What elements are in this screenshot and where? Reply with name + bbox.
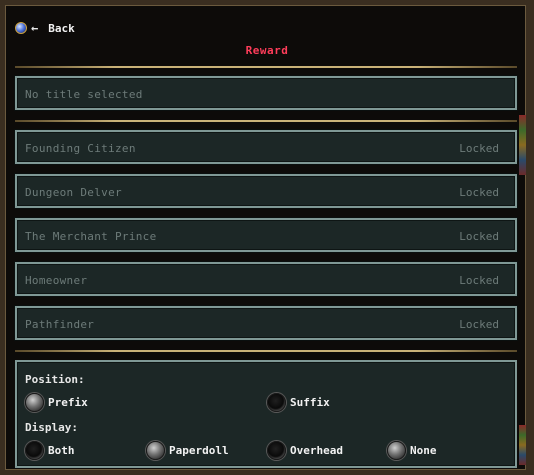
title-status: Locked <box>459 274 499 287</box>
title-options-panel: Position: Prefix Suffix Display: Both Pa… <box>15 360 517 468</box>
back-button[interactable]: ← Back <box>15 20 75 36</box>
radio-button-icon[interactable] <box>146 441 165 460</box>
title-row-homeowner[interactable]: Homeowner Locked <box>15 262 517 296</box>
title-name: Dungeon Delver <box>25 186 122 199</box>
back-arrow-icon: ← <box>31 21 39 35</box>
title-name: Homeowner <box>25 274 88 287</box>
divider <box>15 350 517 352</box>
display-none-radio[interactable]: None <box>387 441 437 460</box>
title-status: Locked <box>459 186 499 199</box>
divider <box>15 120 517 122</box>
frame-edge-decoration <box>519 115 526 175</box>
title-row-pathfinder[interactable]: Pathfinder Locked <box>15 306 517 340</box>
title-name: The Merchant Prince <box>25 230 157 243</box>
radio-button-icon[interactable] <box>267 441 286 460</box>
display-overhead-radio[interactable]: Overhead <box>267 441 343 460</box>
display-label: Display: <box>25 421 78 434</box>
back-label: Back <box>48 21 75 35</box>
radio-button-icon[interactable] <box>25 441 44 460</box>
radio-button-icon[interactable] <box>387 441 406 460</box>
current-title-field: No title selected <box>15 76 517 110</box>
radio-label: None <box>410 444 437 457</box>
position-prefix-radio[interactable]: Prefix <box>25 393 88 412</box>
display-both-radio[interactable]: Both <box>25 441 75 460</box>
radio-label: Overhead <box>290 444 343 457</box>
title-row-merchant-prince[interactable]: The Merchant Prince Locked <box>15 218 517 252</box>
position-suffix-radio[interactable]: Suffix <box>267 393 330 412</box>
title-name: Founding Citizen <box>25 142 136 155</box>
page-title: Reward <box>245 44 289 57</box>
title-status: Locked <box>459 142 499 155</box>
radio-button-icon[interactable] <box>25 393 44 412</box>
position-label: Position: <box>25 373 85 386</box>
radio-label: Suffix <box>290 396 330 409</box>
title-status: Locked <box>459 230 499 243</box>
divider <box>15 66 517 68</box>
gem-icon <box>15 22 27 34</box>
display-paperdoll-radio[interactable]: Paperdoll <box>146 441 229 460</box>
radio-button-icon[interactable] <box>267 393 286 412</box>
radio-label: Prefix <box>48 396 88 409</box>
radio-label: Both <box>48 444 75 457</box>
title-row-dungeon-delver[interactable]: Dungeon Delver Locked <box>15 174 517 208</box>
title-row-founding-citizen[interactable]: Founding Citizen Locked <box>15 130 517 164</box>
title-name: Pathfinder <box>25 318 95 331</box>
current-title-text: No title selected <box>25 88 143 101</box>
radio-label: Paperdoll <box>169 444 229 457</box>
frame-edge-decoration <box>519 425 526 465</box>
title-status: Locked <box>459 318 499 331</box>
